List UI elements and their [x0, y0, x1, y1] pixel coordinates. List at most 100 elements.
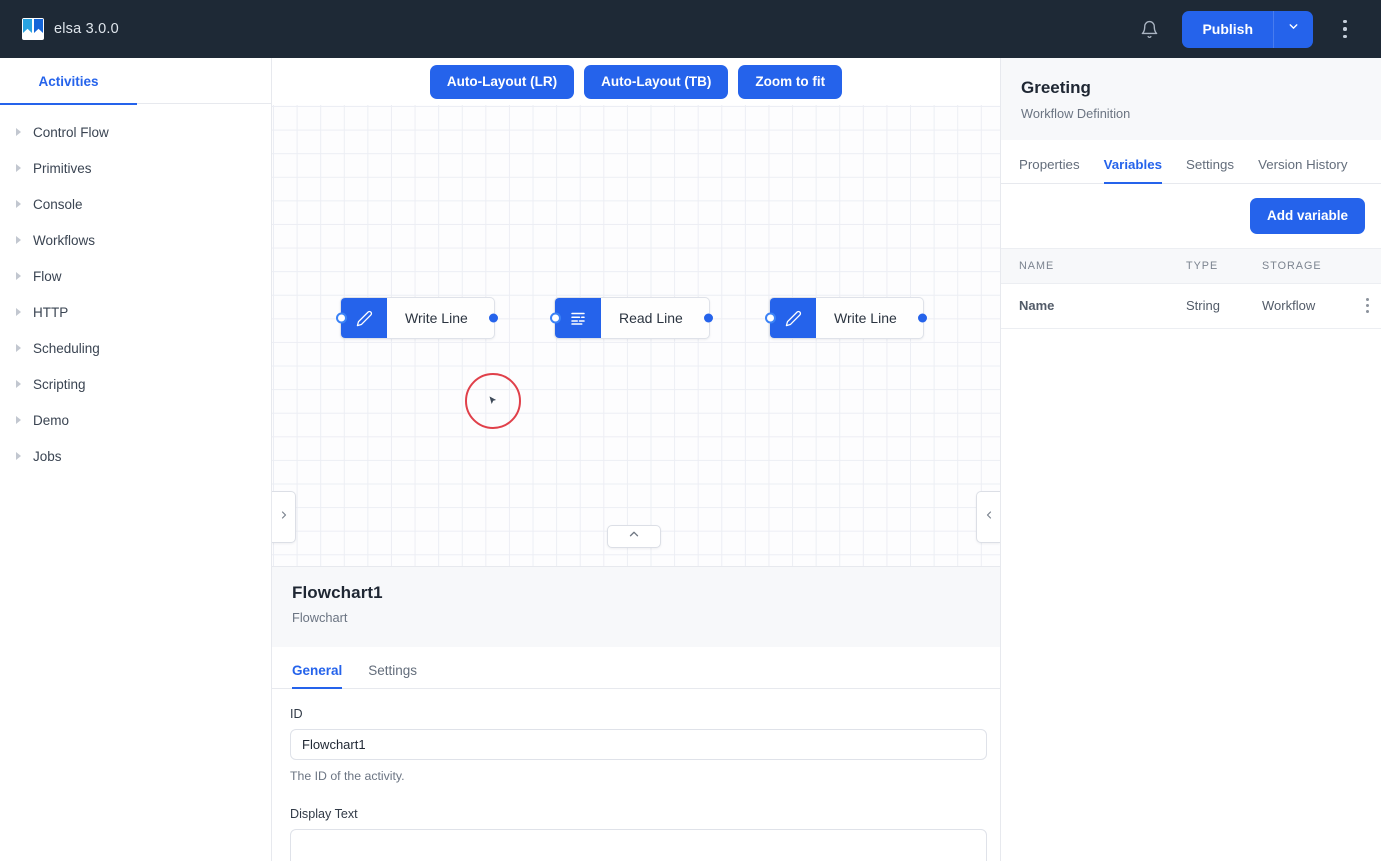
sidebar-item-jobs[interactable]: Jobs: [0, 438, 271, 474]
output-port[interactable]: [918, 314, 927, 323]
sidebar-item-label: Flow: [33, 269, 62, 284]
column-header-name: NAME: [1001, 249, 1186, 284]
table-header-row: NAME TYPE STORAGE: [1001, 249, 1381, 284]
sidebar-item-workflows[interactable]: Workflows: [0, 222, 271, 258]
elsa-logo-icon: [22, 18, 44, 40]
activity-node-label: Write Line: [387, 298, 494, 338]
id-field-label: ID: [290, 707, 982, 721]
activity-title: Flowchart1: [292, 583, 980, 603]
input-port[interactable]: [336, 313, 347, 324]
more-vertical-icon[interactable]: [1352, 298, 1381, 313]
sidebar-item-flow[interactable]: Flow: [0, 258, 271, 294]
tab-variables[interactable]: Variables: [1104, 157, 1162, 183]
workflow-title: Greeting: [1021, 78, 1361, 98]
text-lines-icon: [555, 298, 601, 338]
sidebar-item-primitives[interactable]: Primitives: [0, 150, 271, 186]
triangle-right-icon: [16, 272, 21, 280]
sidebar-item-scheduling[interactable]: Scheduling: [0, 330, 271, 366]
elsa-workflow-designer: elsa 3.0.0 Publish: [0, 0, 1381, 861]
brand-text: elsa 3.0.0: [54, 21, 119, 37]
tab-general[interactable]: General: [292, 663, 342, 688]
tab-settings[interactable]: Settings: [1186, 157, 1234, 183]
variable-storage: Workflow: [1262, 284, 1352, 329]
variables-table-body: Name String Workflow: [1001, 284, 1381, 329]
sidebar-item-demo[interactable]: Demo: [0, 402, 271, 438]
sidebar-item-label: Control Flow: [33, 125, 109, 140]
chevron-right-icon: [278, 508, 290, 526]
highlight-marker: [465, 373, 521, 429]
activity-panel-header: Flowchart1 Flowchart: [272, 567, 1000, 647]
publish-dropdown-button[interactable]: [1273, 11, 1313, 48]
table-row[interactable]: Name String Workflow: [1001, 284, 1381, 329]
input-port[interactable]: [765, 313, 776, 324]
bell-icon: [1140, 20, 1159, 39]
sidebar-item-label: Demo: [33, 413, 69, 428]
activity-subtitle: Flowchart: [292, 610, 980, 625]
publish-button[interactable]: Publish: [1182, 11, 1273, 48]
auto-layout-lr-button[interactable]: Auto-Layout (LR): [430, 65, 574, 99]
chevron-left-icon: [983, 508, 995, 526]
sidebar-item-control-flow[interactable]: Control Flow: [0, 114, 271, 150]
activities-sidebar: Activities Control Flow Primitives Conso…: [0, 58, 272, 861]
triangle-right-icon: [16, 164, 21, 172]
sidebar-item-label: Jobs: [33, 449, 62, 464]
auto-layout-tb-button[interactable]: Auto-Layout (TB): [584, 65, 728, 99]
canvas-toolbar: Auto-Layout (LR) Auto-Layout (TB) Zoom t…: [272, 58, 1000, 105]
brand[interactable]: elsa 3.0.0: [0, 18, 119, 40]
top-bar: elsa 3.0.0 Publish: [0, 0, 1381, 58]
sidebar-item-console[interactable]: Console: [0, 186, 271, 222]
activity-panel-body: ID The ID of the activity. Display Text: [272, 689, 1000, 861]
output-port[interactable]: [489, 314, 498, 323]
tab-properties[interactable]: Properties: [1019, 157, 1080, 183]
variables-table: NAME TYPE STORAGE Name String Workflow: [1001, 248, 1381, 329]
expand-left-panel-handle[interactable]: [272, 491, 296, 543]
workflow-canvas-area: Auto-Layout (LR) Auto-Layout (TB) Zoom t…: [272, 58, 1000, 861]
display-text-field[interactable]: [290, 829, 987, 861]
sidebar-item-label: Scripting: [33, 377, 86, 392]
pencil-icon: [341, 298, 387, 338]
triangle-right-icon: [16, 128, 21, 136]
triangle-right-icon: [16, 200, 21, 208]
collapse-bottom-panel-handle[interactable]: [607, 525, 661, 548]
workflow-panel-header: Greeting Workflow Definition: [1001, 58, 1381, 140]
id-field[interactable]: [290, 729, 987, 760]
zoom-to-fit-button[interactable]: Zoom to fit: [738, 65, 842, 99]
output-port[interactable]: [704, 314, 713, 323]
sidebar-item-label: Scheduling: [33, 341, 100, 356]
workflow-definition-panel: Greeting Workflow Definition Properties …: [1000, 58, 1381, 861]
triangle-right-icon: [16, 452, 21, 460]
variables-actions: Add variable: [1001, 184, 1381, 248]
notifications-button[interactable]: [1130, 10, 1168, 48]
sidebar-item-http[interactable]: HTTP: [0, 294, 271, 330]
workflow-panel-tabs: Properties Variables Settings Version Hi…: [1001, 140, 1381, 184]
variable-type: String: [1186, 284, 1262, 329]
add-variable-button[interactable]: Add variable: [1250, 198, 1365, 234]
activity-node-write-line-2[interactable]: Write Line: [769, 297, 924, 339]
triangle-right-icon: [16, 416, 21, 424]
variable-row-actions[interactable]: [1352, 284, 1381, 329]
activity-node-read-line[interactable]: Read Line: [554, 297, 710, 339]
tab-version-history[interactable]: Version History: [1258, 157, 1347, 183]
spacer: [290, 783, 982, 807]
column-header-actions: [1352, 249, 1381, 284]
sidebar-item-scripting[interactable]: Scripting: [0, 366, 271, 402]
variables-table-head: NAME TYPE STORAGE: [1001, 249, 1381, 284]
variable-name: Name: [1001, 284, 1186, 329]
more-options-button[interactable]: [1327, 9, 1363, 49]
top-bar-actions: Publish: [1130, 9, 1381, 49]
triangle-right-icon: [16, 308, 21, 316]
id-field-hint: The ID of the activity.: [290, 769, 982, 783]
canvas-grid[interactable]: Write Line Read Line: [272, 105, 1000, 566]
cursor-pointer-icon: [486, 394, 500, 408]
tab-settings[interactable]: Settings: [368, 663, 417, 688]
publish-button-group[interactable]: Publish: [1182, 11, 1313, 48]
column-header-type: TYPE: [1186, 249, 1262, 284]
activity-node-write-line-1[interactable]: Write Line: [340, 297, 495, 339]
activity-properties-panel: Flowchart1 Flowchart General Settings ID…: [272, 566, 1000, 861]
expand-right-panel-handle[interactable]: [976, 491, 1000, 543]
activity-category-list: Control Flow Primitives Console Workflow…: [0, 104, 271, 474]
sidebar-item-label: Primitives: [33, 161, 92, 176]
more-vertical-icon: [1343, 35, 1347, 39]
input-port[interactable]: [550, 313, 561, 324]
tab-activities[interactable]: Activities: [0, 58, 137, 104]
